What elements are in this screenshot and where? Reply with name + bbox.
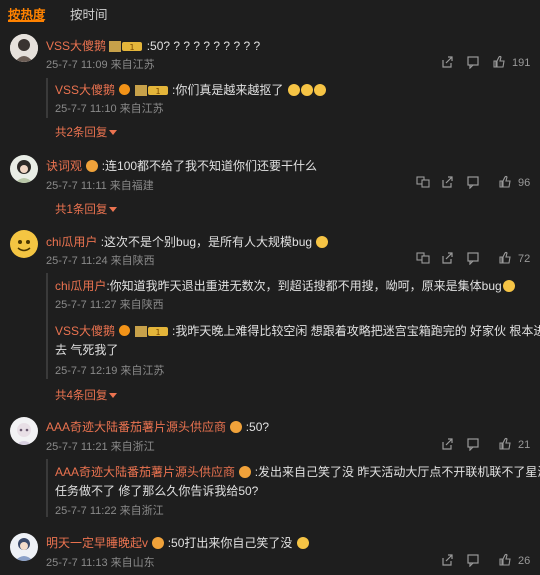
comment-text: :这次不是个别bug，是所有人大规模bug [100, 235, 313, 249]
like-icon[interactable] [498, 251, 512, 265]
grin-emoji-icon [296, 537, 309, 549]
svg-text:1: 1 [155, 87, 160, 96]
comment-icon[interactable] [466, 175, 480, 189]
comment-icon[interactable] [466, 55, 480, 69]
avatar-image [10, 230, 38, 258]
like-icon[interactable] [492, 55, 506, 69]
avatar[interactable] [10, 34, 38, 62]
like-count: 21 [518, 439, 531, 451]
caret-down-icon [109, 393, 118, 398]
caret-down-icon [109, 207, 118, 212]
comment-username[interactable]: VSS大傻鹅 [46, 39, 106, 53]
view-replies-button[interactable]: 共2条回复 [55, 124, 118, 140]
reply-text: :你们真是越来越抠了 [172, 83, 284, 97]
active-tab-indicator [8, 20, 44, 22]
avatar-image [10, 533, 38, 561]
like-icon[interactable] [498, 437, 512, 451]
translate-icon[interactable] [416, 251, 430, 265]
sort-tabs: 按热度 按时间 [0, 0, 540, 22]
grin-emoji-icon [300, 84, 313, 96]
svg-text:1: 1 [130, 43, 135, 52]
reply-meta: 25-7-7 11:27 来自陕西 [55, 299, 164, 311]
share-icon[interactable] [440, 251, 454, 265]
comment-meta: 25-7-7 11:11 来自福建 [46, 180, 154, 192]
tab-time[interactable]: 按时间 [70, 4, 108, 23]
view-replies-button[interactable]: 共4条回复 [55, 387, 118, 403]
reply-username[interactable]: VSS大傻鹅 [55, 83, 115, 97]
verified-icon [119, 84, 131, 95]
grin-emoji-icon [287, 84, 300, 96]
svg-text:1: 1 [155, 328, 160, 337]
crown-badge-icon [239, 466, 252, 478]
comment-username[interactable]: AAA奇迹大陆番茄薯片源头供应商 [46, 420, 226, 434]
reply-meta: 25-7-7 11:10 来自江苏 [55, 103, 164, 115]
comment-meta: 25-7-7 11:13 来自山东 [46, 557, 155, 569]
vip-level-badge-icon: 1 [134, 85, 168, 97]
view-replies-label: 共2条回复 [55, 127, 108, 139]
crown-badge-icon [230, 421, 243, 433]
comment-text: :50? [245, 420, 270, 434]
comment-username[interactable]: 诀词观 [46, 159, 82, 173]
avatar[interactable] [10, 417, 38, 445]
view-replies-label: 共4条回复 [55, 390, 108, 402]
comment-icon[interactable] [466, 251, 480, 265]
like-count: 191 [512, 57, 531, 69]
reply-username[interactable]: chi瓜用户 [55, 279, 106, 293]
reply-text: :我昨天晚上难得比较空闲 想跟着攻略把迷宫宝箱跑完的 好家伙 根本进不 [172, 324, 540, 338]
crown-badge-icon [86, 160, 99, 172]
verified-icon [119, 325, 131, 336]
avatar-image [10, 155, 38, 183]
reply-thread-bar [46, 459, 48, 517]
reply-text: :你知道我昨天退出重进无数次，到超话搜都不用搜，呦呵，原来是集体bug [106, 279, 502, 293]
reply-text-continued: 去 气死我了 [55, 343, 119, 357]
comment-icon[interactable] [466, 437, 480, 451]
smile-emoji-icon [502, 280, 515, 292]
reply-username[interactable]: AAA奇迹大陆番茄薯片源头供应商 [55, 465, 235, 479]
avatar-image [10, 34, 38, 62]
translate-icon[interactable] [416, 175, 430, 189]
comment-text: :50? ? ? ? ? ? ? ? ? ? [146, 39, 261, 53]
comment-username[interactable]: chi瓜用户 [46, 235, 97, 249]
avatar-image [10, 417, 38, 445]
reply-thread-bar [46, 78, 48, 118]
share-icon[interactable] [440, 55, 454, 69]
comment-icon[interactable] [466, 553, 480, 567]
share-icon[interactable] [440, 553, 454, 567]
like-icon[interactable] [498, 175, 512, 189]
vip-level-badge-icon: 1 [109, 41, 143, 53]
crown-badge-icon [152, 537, 165, 549]
comment-meta: 25-7-7 11:09 来自江苏 [46, 59, 155, 71]
comment-username[interactable]: 明天一定早睡晚起v [46, 536, 148, 550]
reply-username[interactable]: VSS大傻鹅 [55, 324, 115, 338]
like-icon[interactable] [498, 553, 512, 567]
reply-meta: 25-7-7 12:19 来自江苏 [55, 365, 165, 377]
avatar[interactable] [10, 533, 38, 561]
view-replies-label: 共1条回复 [55, 204, 108, 216]
reply-meta: 25-7-7 11:22 来自浙江 [55, 505, 164, 517]
comment-meta: 25-7-7 11:21 来自浙江 [46, 441, 155, 453]
vip-level-badge-icon: 1 [134, 326, 168, 338]
comment-meta: 25-7-7 11:24 来自陕西 [46, 255, 155, 267]
comment-text: :50打出来你自己笑了没 [167, 536, 293, 550]
like-count: 26 [518, 555, 531, 567]
reply-thread-bar [46, 273, 48, 379]
share-icon[interactable] [440, 175, 454, 189]
comment-text: :连100都不给了我不知道你们还要干什么 [101, 159, 318, 173]
like-count: 72 [518, 253, 531, 265]
view-replies-button[interactable]: 共1条回复 [55, 201, 118, 217]
avatar[interactable] [10, 155, 38, 183]
caret-down-icon [109, 130, 118, 135]
avatar[interactable] [10, 230, 38, 258]
like-count: 96 [518, 177, 531, 189]
reply-text-continued: 任务做不了 修了那么久你告诉我给50? [55, 484, 259, 498]
reply-text: :发出来自己笑了没 昨天活动大厅点不开联机联不了星海 [254, 465, 540, 479]
share-icon[interactable] [440, 437, 454, 451]
hug-emoji-icon [316, 236, 329, 248]
grin-emoji-icon [313, 84, 326, 96]
